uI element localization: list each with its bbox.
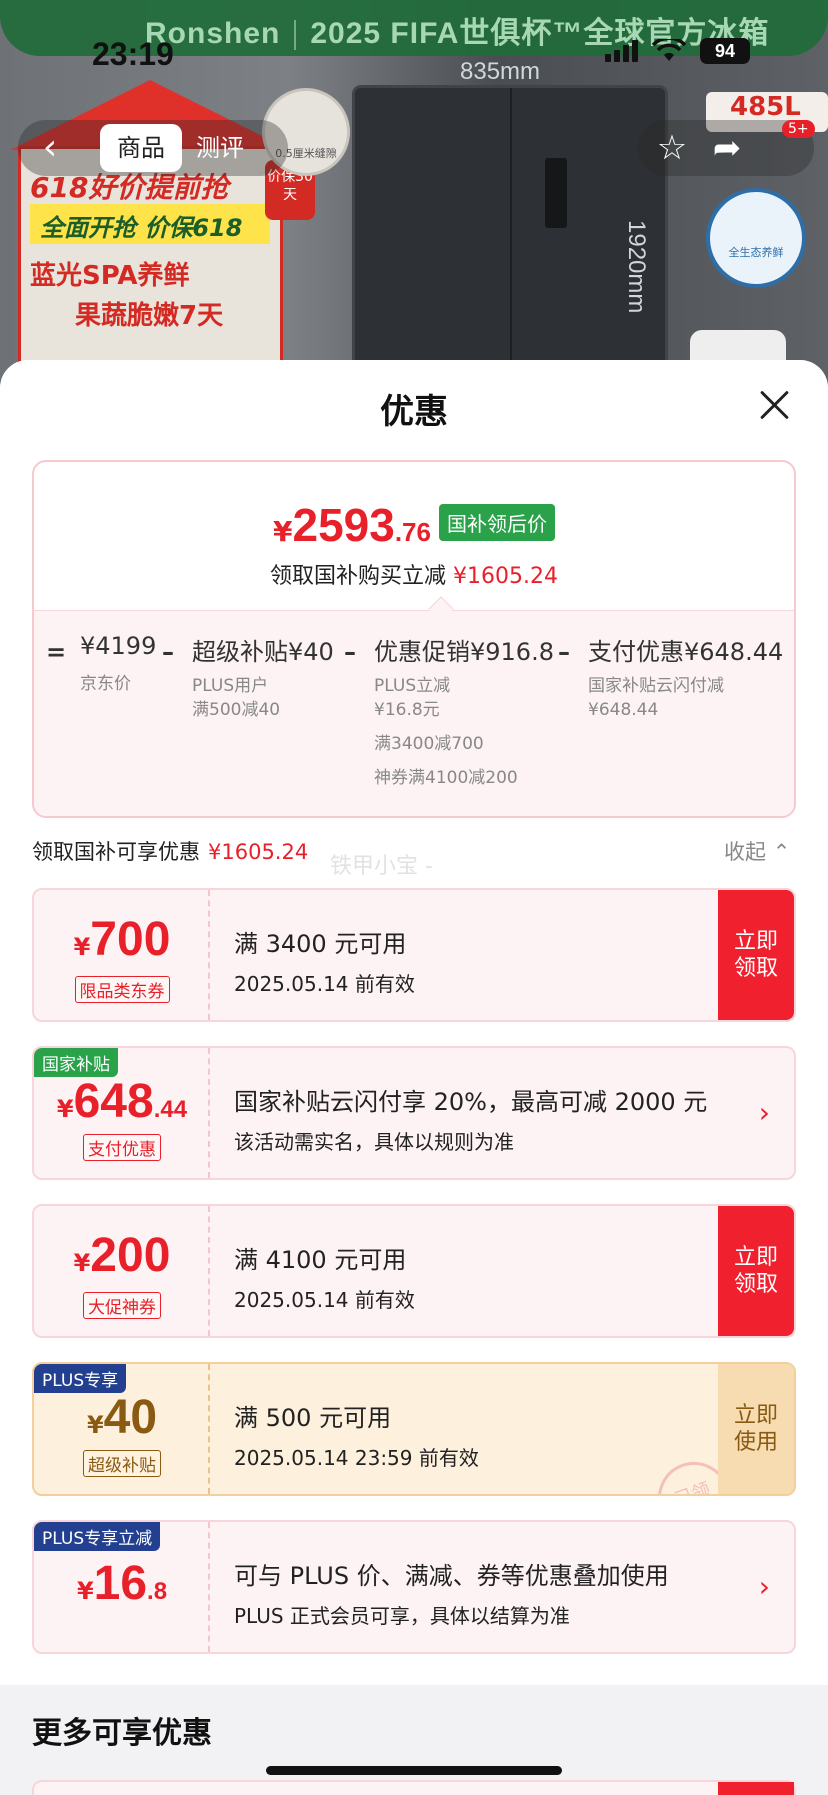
- minus-sign: –: [344, 638, 356, 666]
- coupon-type: 限品类东券: [74, 976, 170, 1003]
- coupon-amount: ¥200: [73, 1229, 171, 1282]
- coupon-expiry: 2025.05.14 23:59 前有效: [234, 1446, 479, 1470]
- more-offer-card[interactable]: [32, 1780, 796, 1795]
- super-subsidy-note-2: 满500减40: [192, 700, 281, 720]
- coupon-card[interactable]: ¥200 大促神券 满 4100 元可用 2025.05.14 前有效 立即 领取: [32, 1204, 796, 1338]
- coupon-ribbon: PLUS专享: [34, 1364, 127, 1393]
- promo-note-1: PLUS立减: [374, 676, 451, 696]
- coupon-type: 支付优惠: [83, 1134, 161, 1161]
- fridge-image: [355, 88, 665, 380]
- signal-icon: [605, 40, 638, 62]
- claim-button[interactable]: 立即 领取: [718, 890, 794, 1020]
- minus-sign: –: [558, 638, 570, 666]
- use-button[interactable]: 立即 使用: [718, 1364, 794, 1494]
- equals-sign: =: [46, 638, 67, 666]
- height-dimension: 1920mm: [623, 220, 650, 314]
- coupon-ribbon: 国家补贴: [34, 1048, 118, 1077]
- claim-button[interactable]: 立即 领取: [718, 1206, 794, 1336]
- coupon-ribbon: PLUS专享立减: [34, 1522, 161, 1551]
- coupon-amount: ¥40: [86, 1391, 158, 1444]
- eco-fresh-logo: 全生态养鲜: [706, 188, 806, 288]
- coupon-expiry: 2025.05.14 前有效: [234, 972, 415, 996]
- minus-sign: –: [162, 638, 174, 666]
- jd-price-note: 京东价: [80, 674, 131, 694]
- super-subsidy: 超级补贴¥40: [192, 638, 334, 666]
- coupon-amount: ¥648.44: [56, 1075, 188, 1128]
- jd-price: ¥4199: [80, 632, 157, 660]
- collapse-toggle[interactable]: 收起 ⌃: [724, 836, 790, 866]
- wifi-icon: [652, 39, 686, 61]
- payment-note-2: ¥648.44: [588, 700, 659, 720]
- status-icons: 94: [605, 38, 750, 64]
- coupon-condition: 可与 PLUS 价、满减、券等优惠叠加使用: [234, 1562, 669, 1590]
- home-indicator[interactable]: [266, 1766, 562, 1775]
- promo-note-3: 满3400减700: [374, 734, 484, 754]
- coupon-amount: ¥700: [73, 913, 171, 966]
- back-icon[interactable]: ‹: [30, 128, 70, 168]
- coupon-condition: 国家补贴云闪付享 20%，最高可减 2000 元: [234, 1088, 708, 1116]
- promo-discount: 优惠促销¥916.8: [374, 638, 554, 666]
- discount-sheet: 优惠 ¥2593.76 国补领后价 领取国补购买立减 ¥1605.24 = ¥41…: [0, 360, 828, 1795]
- coupon-condition: 满 500 元可用: [234, 1404, 392, 1432]
- battery-icon: 94: [700, 38, 750, 64]
- coupon-desc: 该活动需实名，具体以规则为准: [234, 1130, 514, 1154]
- coupon-card[interactable]: PLUS专享立减 ¥16.8 可与 PLUS 价、满减、券等优惠叠加使用 PLU…: [32, 1520, 796, 1654]
- coupon-card[interactable]: PLUS专享 ¥40 超级补贴 满 500 元可用 2025.05.14 23:…: [32, 1362, 796, 1496]
- status-time: 23:19: [92, 36, 174, 72]
- share-icon[interactable]: ➦: [705, 126, 749, 170]
- width-dimension: 835mm: [460, 58, 541, 85]
- more-offers-title: 更多可享优惠: [32, 1716, 212, 1751]
- price-breakdown-card: ¥2593.76 国补领后价 领取国补购买立减 ¥1605.24 = ¥4199 …: [32, 460, 796, 818]
- section-heading: 领取国补可享优惠 ¥1605.24: [32, 840, 309, 864]
- payment-note-1: 国家补贴云闪付减: [588, 676, 724, 696]
- watermark: 铁甲小宝 -: [330, 854, 433, 879]
- gov-subsidy-tag: 国补领后价: [438, 504, 555, 541]
- price-subtitle: 领取国补购买立减 ¥1605.24: [270, 564, 558, 589]
- final-price: ¥2593.76 国补领后价: [34, 498, 794, 552]
- coupon-type: 大促神券: [83, 1292, 161, 1319]
- coupon-card[interactable]: 国家补贴 ¥648.44 支付优惠 国家补贴云闪付享 20%，最高可减 2000…: [32, 1046, 796, 1180]
- coupon-condition: 满 3400 元可用: [234, 930, 407, 958]
- star-icon[interactable]: ☆: [650, 126, 694, 170]
- sheet-title: 优惠: [380, 392, 448, 432]
- promo-note-4: 神券满4100减200: [374, 768, 518, 788]
- more-badge: 5+: [782, 120, 815, 138]
- tab-product[interactable]: 商品: [100, 124, 182, 172]
- close-icon[interactable]: [756, 386, 792, 422]
- coupon-expiry: 2025.05.14 前有效: [234, 1288, 415, 1312]
- coupon-amount: ¥16.8: [76, 1557, 168, 1610]
- coupon-type: 超级补贴: [83, 1450, 161, 1477]
- coupon-desc: PLUS 正式会员可享，具体以结算为准: [234, 1604, 570, 1628]
- super-subsidy-note-1: PLUS用户: [192, 676, 269, 696]
- payment-discount: 支付优惠¥648.44: [588, 638, 784, 666]
- promo-note-2: ¥16.8元: [374, 700, 440, 720]
- coupon-condition: 满 4100 元可用: [234, 1246, 407, 1274]
- coupon-card[interactable]: ¥700 限品类东券 满 3400 元可用 2025.05.14 前有效 立即领…: [32, 888, 796, 1022]
- chevron-right-icon[interactable]: ›: [759, 1570, 770, 1603]
- tab-review[interactable]: 测评: [196, 124, 244, 172]
- chevron-up-icon: ⌃: [772, 840, 791, 864]
- chevron-right-icon[interactable]: ›: [759, 1096, 770, 1129]
